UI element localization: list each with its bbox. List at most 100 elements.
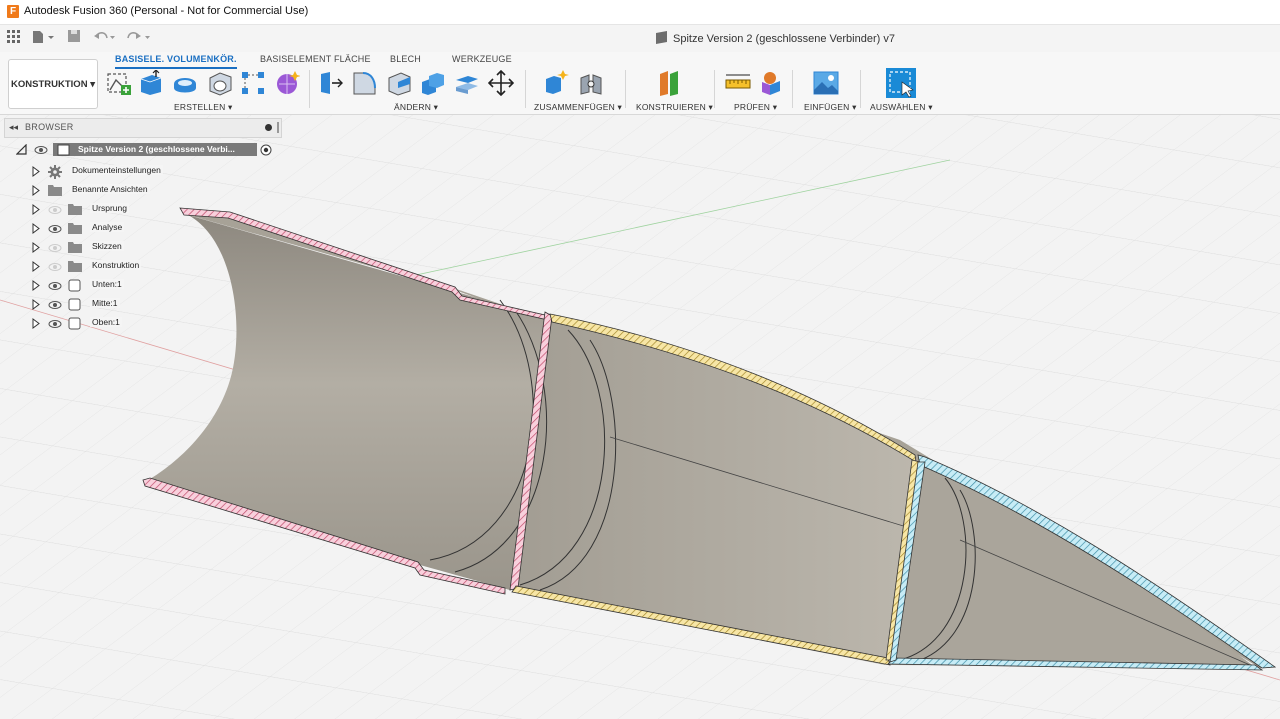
- toolbar-separator: [309, 70, 310, 108]
- activate-radio-icon[interactable]: [260, 144, 272, 156]
- browser-item-label: Dokumenteinstellungen: [70, 165, 163, 175]
- group-zusammenfuegen[interactable]: ZUSAMMENFÜGEN ▾: [534, 102, 622, 113]
- expand-triangle-icon[interactable]: [32, 242, 40, 253]
- toolbar-separator: [625, 70, 626, 108]
- browser-item-label: Unten:1: [90, 279, 124, 289]
- app-grid-icon[interactable]: [7, 30, 20, 46]
- browser-root-label[interactable]: Spitze Version 2 (geschlossene Verbi...: [53, 143, 257, 156]
- browser-item-label: Mitte:1: [90, 298, 120, 308]
- hidden-eye-icon[interactable]: [48, 205, 62, 216]
- form-icon[interactable]: [274, 70, 300, 96]
- browser-item-label: Skizzen: [90, 241, 124, 251]
- expand-root-icon[interactable]: [16, 144, 28, 156]
- chamfer-icon[interactable]: [386, 70, 412, 96]
- move-copy-icon[interactable]: [488, 70, 514, 96]
- save-icon[interactable]: [68, 30, 81, 46]
- hidden-eye-icon[interactable]: [48, 262, 62, 273]
- toolbar-separator: [860, 70, 861, 108]
- redo-icon[interactable]: [126, 30, 152, 46]
- shell-icon[interactable]: [207, 70, 233, 96]
- new-component-icon[interactable]: [543, 70, 569, 96]
- panel-resize-handle[interactable]: [277, 122, 279, 133]
- browser-panel-header: ◂◂ BROWSER: [4, 118, 282, 138]
- tab-basiselement-flaeche[interactable]: BASISELEMENT FLÄCHE: [260, 54, 371, 64]
- visibility-eye-icon[interactable]: [34, 145, 48, 155]
- insert-image-icon[interactable]: [813, 70, 839, 96]
- expand-triangle-icon[interactable]: [32, 318, 40, 329]
- browser-item-label: Analyse: [90, 222, 125, 232]
- gear-icon: [48, 165, 62, 179]
- group-aendern[interactable]: ÄNDERN ▾: [394, 102, 438, 113]
- offset-plane-icon[interactable]: [658, 70, 684, 96]
- expand-triangle-icon[interactable]: [32, 185, 40, 196]
- file-menu-icon[interactable]: [32, 30, 56, 47]
- pattern-icon[interactable]: [240, 70, 266, 96]
- document-title[interactable]: Spitze Version 2 (geschlossene Verbinder…: [673, 33, 895, 45]
- quick-access-bar: Spitze Version 2 (geschlossene Verbinder…: [0, 25, 1280, 52]
- browser-item[interactable]: Mitte:1: [0, 295, 280, 314]
- browser-item-label: Benannte Ansichten: [70, 184, 150, 194]
- collapse-panel-icon[interactable]: ◂◂: [9, 122, 18, 133]
- undo-icon[interactable]: [94, 30, 116, 46]
- browser-item[interactable]: Skizzen: [0, 238, 280, 257]
- folder-icon: [68, 222, 82, 236]
- browser-item[interactable]: Unten:1: [0, 276, 280, 295]
- expand-triangle-icon[interactable]: [32, 299, 40, 310]
- browser-item[interactable]: Analyse: [0, 219, 280, 238]
- folder-icon: [48, 184, 62, 198]
- browser-item[interactable]: Konstruktion: [0, 257, 280, 276]
- toolbar-separator: [714, 70, 715, 108]
- folder-icon: [68, 260, 82, 274]
- browser-item[interactable]: Dokumenteinstellungen: [0, 162, 280, 181]
- browser-item-label: Ursprung: [90, 203, 129, 213]
- visibility-eye-icon[interactable]: [48, 281, 62, 292]
- visibility-eye-icon[interactable]: [48, 300, 62, 311]
- browser-title: BROWSER: [25, 122, 74, 132]
- expand-triangle-icon[interactable]: [32, 280, 40, 291]
- tab-blech[interactable]: BLECH: [390, 54, 421, 64]
- joint-icon[interactable]: [578, 70, 604, 96]
- press-pull-icon[interactable]: [318, 70, 344, 96]
- tab-werkzeuge[interactable]: WERKZEUGE: [452, 54, 512, 64]
- workspace-switcher-button[interactable]: KONSTRUKTION ▾: [8, 59, 98, 109]
- hidden-eye-icon[interactable]: [48, 243, 62, 254]
- folder-icon: [68, 241, 82, 255]
- extrude-icon[interactable]: [138, 70, 164, 96]
- visibility-eye-icon[interactable]: [48, 224, 62, 235]
- document-icon: [656, 31, 667, 44]
- combine-icon[interactable]: [420, 70, 446, 96]
- group-auswaehlen[interactable]: AUSWÄHLEN ▾: [870, 102, 933, 113]
- measure-icon[interactable]: [725, 70, 751, 96]
- component-icon: [68, 317, 82, 331]
- browser-item[interactable]: Oben:1: [0, 314, 280, 333]
- expand-triangle-icon[interactable]: [32, 166, 40, 177]
- browser-item[interactable]: Benannte Ansichten: [0, 181, 280, 200]
- toolbar-separator: [792, 70, 793, 108]
- window-title: Autodesk Fusion 360 (Personal - Not for …: [24, 5, 309, 17]
- expand-triangle-icon[interactable]: [32, 223, 40, 234]
- interference-icon[interactable]: [758, 70, 784, 96]
- group-erstellen[interactable]: ERSTELLEN ▾: [174, 102, 232, 113]
- create-sketch-icon[interactable]: [106, 70, 132, 96]
- fillet-icon[interactable]: [351, 70, 377, 96]
- browser-item-label: Oben:1: [90, 317, 122, 327]
- fusion-logo-icon: F: [7, 5, 19, 18]
- component-icon: [68, 279, 82, 293]
- folder-icon: [68, 203, 82, 217]
- select-icon[interactable]: [886, 68, 916, 98]
- expand-triangle-icon[interactable]: [32, 261, 40, 272]
- group-pruefen[interactable]: PRÜFEN ▾: [734, 102, 777, 113]
- tab-basisele-volumenkoerper[interactable]: BASISELE. VOLUMENKÖR.: [115, 54, 237, 69]
- revolve-icon[interactable]: [172, 70, 198, 96]
- offset-face-icon[interactable]: [454, 70, 480, 96]
- toolbar-separator: [525, 70, 526, 108]
- component-icon: [68, 298, 82, 312]
- browser-item-label: Konstruktion: [90, 260, 142, 270]
- group-konstruieren[interactable]: KONSTRUIEREN ▾: [636, 102, 713, 113]
- pin-icon[interactable]: [265, 124, 272, 131]
- expand-triangle-icon[interactable]: [32, 204, 40, 215]
- visibility-eye-icon[interactable]: [48, 319, 62, 330]
- browser-item[interactable]: Ursprung: [0, 200, 280, 219]
- group-einfuegen[interactable]: EINFÜGEN ▾: [804, 102, 857, 113]
- toolbar: KONSTRUKTION ▾ BASISELE. VOLUMENKÖR. BAS…: [0, 52, 1280, 115]
